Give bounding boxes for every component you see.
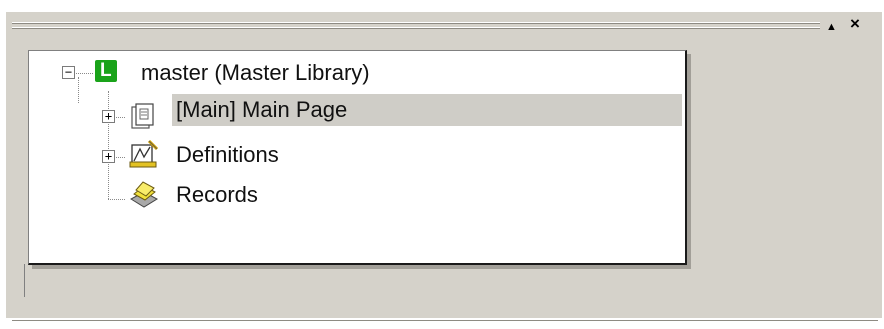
page-icon [131,103,154,129]
tree-connector [73,73,93,74]
collapse-toggle-root[interactable]: − [62,66,75,79]
tree-node-label: Definitions [176,142,279,167]
tree-node-label: master (Master Library) [141,60,370,85]
bottom-divider [12,320,878,321]
tree-node-master[interactable]: master (Master Library) [137,57,374,89]
definitions-icon [129,139,159,168]
close-button[interactable]: × [850,15,860,32]
title-grip-line-1[interactable] [12,22,820,24]
title-grip-line-2[interactable] [12,27,820,29]
tree-node-label: Records [176,182,258,207]
expand-toggle-main-page[interactable]: + [102,110,115,123]
library-letter: L [100,60,112,81]
tree-connector [108,91,109,199]
tree-node-label: [Main] Main Page [176,97,348,122]
tree-node-records[interactable]: Records [172,179,262,211]
tree-node-definitions[interactable]: Definitions [172,139,283,171]
pin-button[interactable]: ▲ [826,22,837,33]
records-icon [129,181,159,208]
lower-pane-outline [24,264,875,297]
library-L-icon: L [95,60,117,82]
tree-connector [78,77,79,103]
tree-node-main-page[interactable]: [Main] Main Page [172,94,682,126]
library-tree[interactable]: − L master (Master Library) + [Main] Mai… [28,50,687,265]
tree-connector [108,199,125,200]
expand-toggle-definitions[interactable]: + [102,150,115,163]
